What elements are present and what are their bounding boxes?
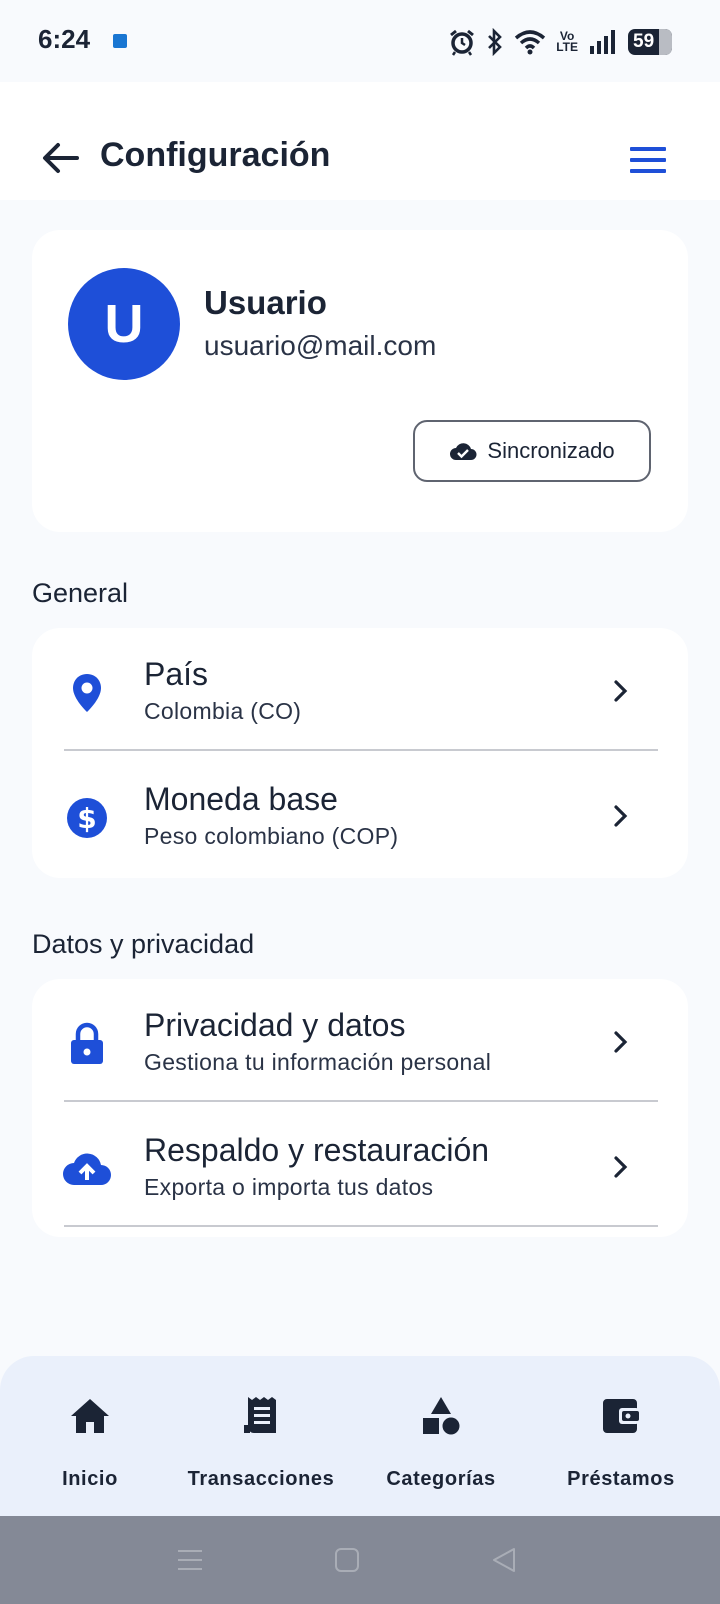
- chevron-right-icon: [614, 680, 628, 702]
- square-icon: [335, 1548, 359, 1572]
- chevron-right-icon: [614, 805, 628, 827]
- app-notification-icon: [113, 34, 127, 48]
- settings-item-backup[interactable]: Respaldo y restauración Exporta o import…: [32, 1104, 688, 1229]
- divider: [64, 1225, 658, 1227]
- page-title: Configuración: [100, 136, 331, 174]
- item-subtitle: Colombia (CO): [144, 698, 302, 724]
- triangle-back-icon: [493, 1548, 515, 1572]
- chevron-right-icon: [614, 1156, 628, 1178]
- item-subtitle: Exporta o importa tus datos: [144, 1174, 434, 1200]
- cloud-check-icon: [450, 443, 477, 460]
- section-title-privacy: Datos y privacidad: [32, 929, 255, 959]
- alarm-icon: [450, 29, 475, 56]
- settings-item-currency[interactable]: $ Moneda base Peso colombiano (COP): [32, 753, 688, 878]
- nav-label: Transacciones: [187, 1468, 335, 1490]
- chevron-right-icon: [614, 1031, 628, 1053]
- sync-status-button[interactable]: Sincronizado: [413, 420, 651, 482]
- status-bar: 6:24 Vo LTE 59: [0, 0, 720, 82]
- profile-card: U Usuario usuario@mail.com Sincronizado: [32, 230, 688, 532]
- system-nav-bar: [0, 1516, 720, 1604]
- app-header: Configuración: [0, 82, 720, 200]
- divider: [64, 749, 658, 751]
- volte-bottom-label: LTE: [556, 40, 578, 54]
- dollar-icon: $: [67, 798, 107, 838]
- item-title: Respaldo y restauración: [144, 1132, 490, 1168]
- cloud-upload-icon: [63, 1153, 111, 1185]
- arrow-left-icon: [43, 143, 79, 173]
- bottom-nav: Inicio Transacciones Categorías Préstamo…: [0, 1356, 720, 1516]
- nav-label: Préstamos: [567, 1468, 675, 1490]
- svg-text:$: $: [77, 802, 96, 835]
- system-menu-button[interactable]: [170, 1542, 210, 1578]
- settings-item-privacy[interactable]: Privacidad y datos Gestiona tu informaci…: [32, 979, 688, 1104]
- nav-label: Inicio: [62, 1468, 118, 1490]
- status-time: 6:24: [38, 24, 91, 54]
- nav-item-transacciones[interactable]: Transacciones: [171, 1356, 351, 1516]
- location-pin-icon: [73, 674, 101, 712]
- divider: [64, 1100, 658, 1102]
- nav-item-prestamos[interactable]: Préstamos: [531, 1356, 711, 1516]
- nav-item-categorias[interactable]: Categorías: [351, 1356, 531, 1516]
- menu-button[interactable]: [630, 140, 670, 180]
- status-icons: Vo LTE 59: [448, 26, 672, 58]
- battery-icon: 59: [628, 29, 672, 55]
- settings-item-country[interactable]: País Colombia (CO): [32, 628, 688, 753]
- item-title: País: [144, 656, 209, 692]
- sync-label: Sincronizado: [487, 438, 615, 463]
- profile-name: Usuario: [204, 284, 327, 321]
- item-title: Moneda base: [144, 781, 338, 817]
- wallet-icon: [603, 1399, 639, 1433]
- settings-card-general: País Colombia (CO) $ Moneda base Peso co…: [32, 628, 688, 878]
- hamburger-menu-icon: [630, 147, 666, 151]
- avatar: U: [68, 268, 180, 380]
- profile-email: usuario@mail.com: [204, 330, 437, 361]
- signal-icon: [590, 30, 615, 54]
- wifi-icon: [515, 30, 546, 55]
- volte-icon: Vo LTE: [556, 30, 578, 54]
- menu-lines-icon: [178, 1550, 202, 1570]
- home-icon: [71, 1399, 109, 1433]
- shapes-icon: [423, 1397, 460, 1435]
- battery-level: 59: [633, 31, 655, 52]
- nav-item-inicio[interactable]: Inicio: [0, 1356, 180, 1516]
- item-subtitle: Peso colombiano (COP): [144, 823, 399, 849]
- section-title-general: General: [32, 578, 129, 608]
- nav-label: Categorías: [386, 1468, 496, 1490]
- bluetooth-icon: [488, 28, 503, 56]
- settings-card-privacy: Privacidad y datos Gestiona tu informaci…: [32, 979, 688, 1237]
- item-subtitle: Gestiona tu información personal: [144, 1049, 492, 1075]
- back-button[interactable]: [36, 134, 84, 182]
- system-back-button[interactable]: [484, 1542, 524, 1578]
- item-title: Privacidad y datos: [144, 1007, 406, 1043]
- receipt-icon: [244, 1397, 276, 1433]
- lock-icon: [71, 1022, 103, 1064]
- system-home-button[interactable]: [327, 1542, 367, 1578]
